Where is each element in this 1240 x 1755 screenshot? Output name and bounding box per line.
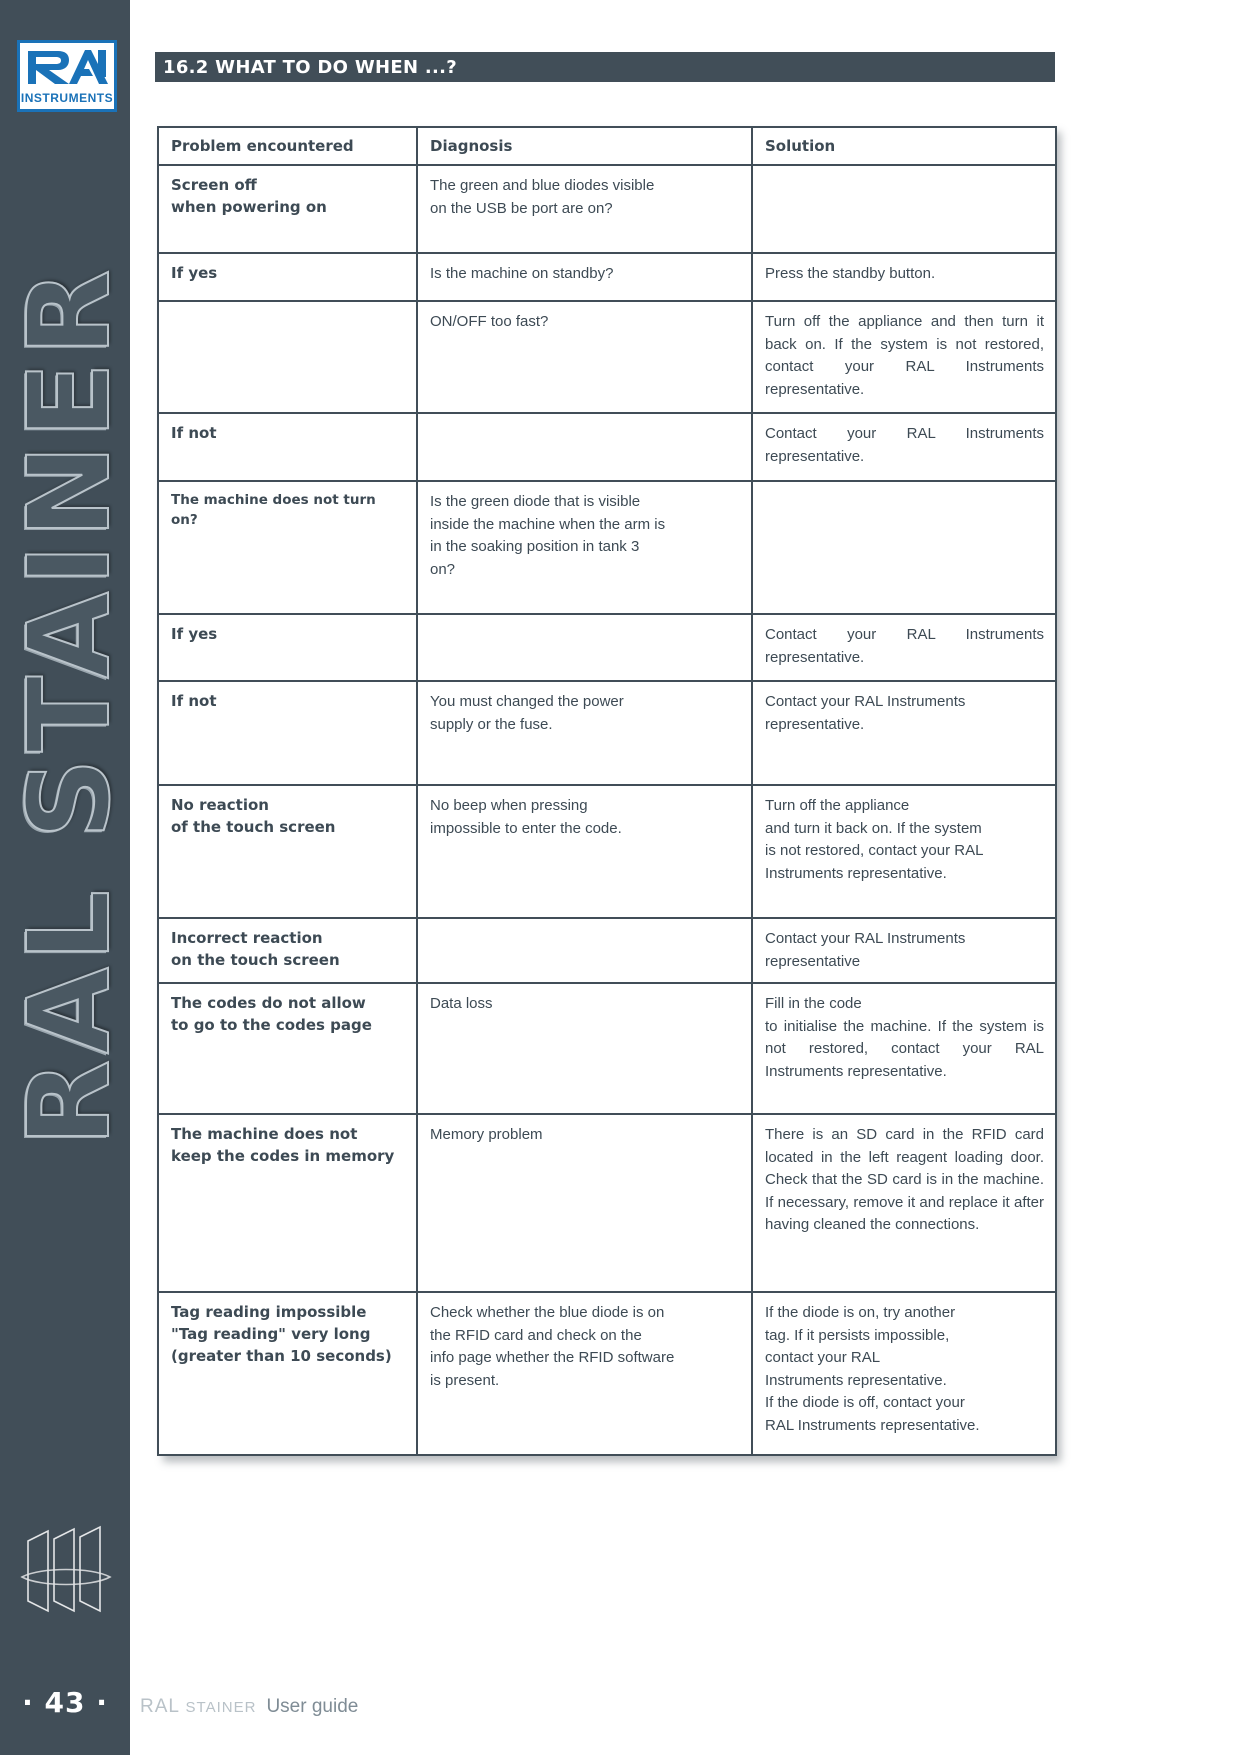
table-row: If yes Contact your RAL Instruments repr… [157, 613, 1057, 682]
column-header-problem: Problem encountered [157, 126, 418, 166]
cell-diagnosis [416, 917, 753, 984]
cell-solution [751, 480, 1057, 615]
cell-solution: Turn off the appliance and turn it back … [751, 784, 1057, 919]
cell-problem: The codes do not allow to go to the code… [157, 982, 418, 1115]
section-heading-bar: 16.2 WHAT TO DO WHEN ...? [155, 52, 1055, 82]
cell-solution: Fill in the code to initialise the machi… [751, 982, 1057, 1115]
cell-problem: If not [157, 412, 418, 482]
table-row: ON/OFF too fast? Turn off the appliance … [157, 300, 1057, 414]
footer-brand: RAL STAINER [140, 1696, 256, 1718]
table-header-row: Problem encountered Diagnosis Solution [157, 126, 1057, 166]
table-row: No reaction of the touch screen No beep … [157, 784, 1057, 919]
sidebar: INSTRUMENTS RAL STAINER · 43 · [0, 0, 136, 1755]
cell-problem: If yes [157, 252, 418, 302]
cell-diagnosis [416, 613, 753, 682]
cell-problem: No reaction of the touch screen [157, 784, 418, 919]
cell-solution: Contact your RAL Instruments representat… [751, 613, 1057, 682]
cell-solution: If the diode is on, try another tag. If … [751, 1291, 1057, 1456]
cell-diagnosis: No beep when pressing impossible to ente… [416, 784, 753, 919]
cell-solution: There is an SD card in the RFID card loc… [751, 1113, 1057, 1293]
cell-solution [751, 164, 1057, 254]
ral-logo-mark [28, 50, 108, 84]
table-row: The machine does not turn on? Is the gre… [157, 480, 1057, 615]
column-header-diagnosis: Diagnosis [416, 126, 753, 166]
cell-diagnosis: Data loss [416, 982, 753, 1115]
cell-solution: Turn off the appliance and then turn it … [751, 300, 1057, 414]
cell-solution: Contact your RAL Instruments representat… [751, 412, 1057, 482]
vertical-product-title: RAL STAINER [4, 263, 136, 1147]
cell-problem: Screen off when powering on [157, 164, 418, 254]
cell-diagnosis: The green and blue diodes visible on the… [416, 164, 753, 254]
table-row: Tag reading impossible "Tag reading" ver… [157, 1291, 1057, 1456]
cell-problem: If yes [157, 613, 418, 682]
section-heading-text: 16.2 WHAT TO DO WHEN ...? [163, 57, 458, 78]
footer-brand-secondary: STAINER [185, 1699, 257, 1716]
cell-diagnosis [416, 412, 753, 482]
table-row: If not Contact your RAL Instruments repr… [157, 412, 1057, 482]
cell-diagnosis: Check whether the blue diode is on the R… [416, 1291, 753, 1456]
cell-diagnosis: Memory problem [416, 1113, 753, 1293]
cell-diagnosis: Is the green diode that is visible insid… [416, 480, 753, 615]
logo-wordmark: INSTRUMENTS [20, 91, 114, 105]
troubleshooting-table: Problem encountered Diagnosis Solution S… [157, 126, 1057, 1456]
table-row: If not You must changed the power supply… [157, 680, 1057, 786]
troubleshooting-table-container: Problem encountered Diagnosis Solution S… [157, 126, 1057, 1456]
cell-problem: The machine does not turn on? [157, 480, 418, 615]
cell-diagnosis: Is the machine on standby? [416, 252, 753, 302]
table-row: If yes Is the machine on standby? Press … [157, 252, 1057, 302]
table-row: Incorrect reaction on the touch screen C… [157, 917, 1057, 984]
cell-problem: If not [157, 680, 418, 786]
cell-solution: Contact your RAL Instruments representat… [751, 680, 1057, 786]
table-row: The codes do not allow to go to the code… [157, 982, 1057, 1115]
cell-problem [157, 300, 418, 414]
footer-brand-primary: RAL [140, 1696, 180, 1717]
cell-diagnosis: ON/OFF too fast? [416, 300, 753, 414]
cell-solution: Contact your RAL Instruments representat… [751, 917, 1057, 984]
cell-solution: Press the standby button. [751, 252, 1057, 302]
table-row: Screen off when powering on The green an… [157, 164, 1057, 254]
column-header-solution: Solution [751, 126, 1057, 166]
cell-diagnosis: You must changed the power supply or the… [416, 680, 753, 786]
page-footer: RAL STAINER User guide [140, 1696, 358, 1722]
ral-instruments-logo: INSTRUMENTS [17, 40, 117, 112]
cell-problem: Tag reading impossible "Tag reading" ver… [157, 1291, 418, 1456]
sail-fin-emblem [20, 1525, 112, 1613]
cell-problem: Incorrect reaction on the touch screen [157, 917, 418, 984]
cell-problem: The machine does not keep the codes in m… [157, 1113, 418, 1293]
page-number: · 43 · [22, 1686, 108, 1719]
table-row: The machine does not keep the codes in m… [157, 1113, 1057, 1293]
footer-guide-label: User guide [266, 1696, 359, 1717]
